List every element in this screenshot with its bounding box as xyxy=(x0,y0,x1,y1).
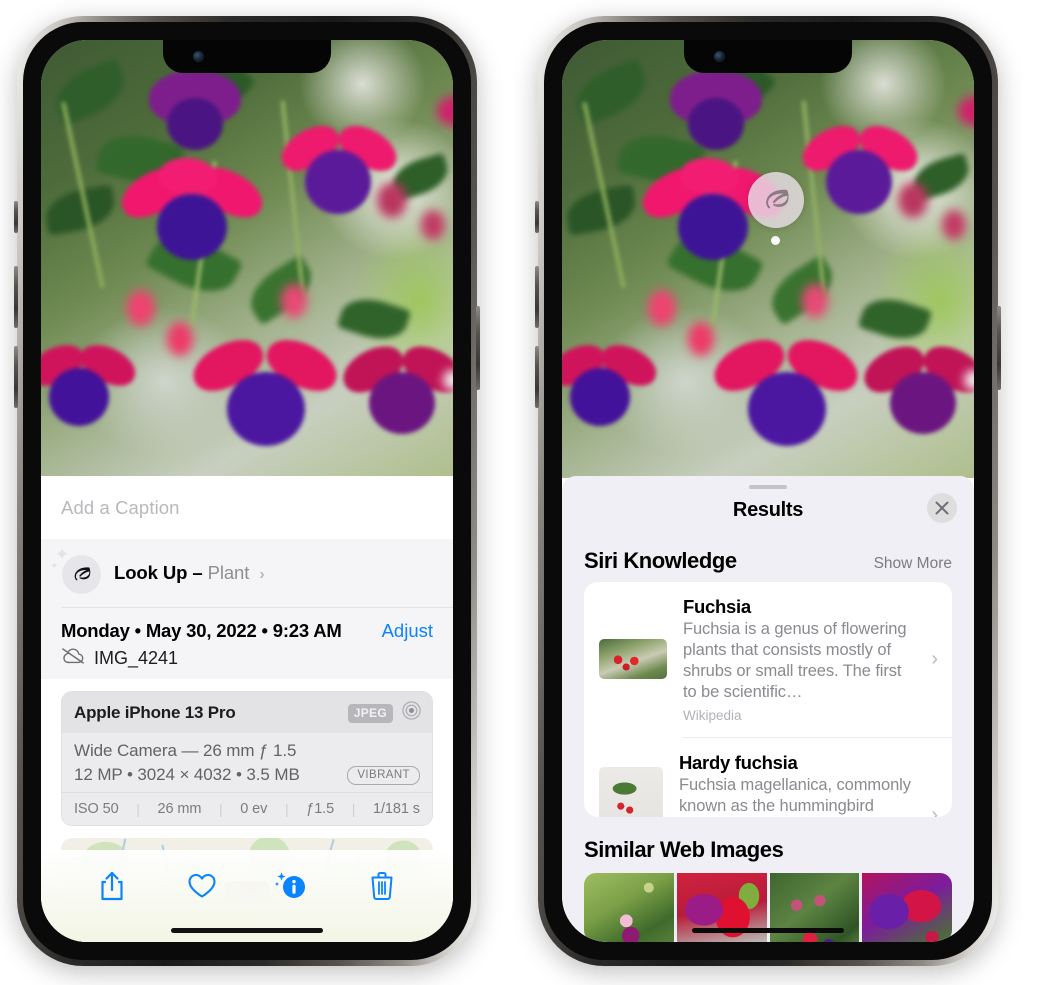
hdr-ring-icon xyxy=(402,701,421,725)
side-power-button[interactable] xyxy=(476,306,480,390)
hardy-fuchsia-thumbnail xyxy=(599,766,663,817)
exif-stat-shutter: 1/181 s xyxy=(373,801,420,817)
photo-metadata-block: Monday • May 30, 2022 • 9:23 AM Adjust I… xyxy=(41,608,453,679)
chevron-right-icon: › xyxy=(931,804,938,817)
front-camera-icon xyxy=(193,51,204,62)
home-indicator[interactable] xyxy=(692,928,844,933)
format-badge: JPEG xyxy=(347,703,393,723)
delete-button[interactable] xyxy=(362,866,402,906)
knowledge-title: Hardy fuchsia xyxy=(679,752,798,774)
exif-header: Apple iPhone 13 Pro JPEG xyxy=(62,692,432,733)
siri-knowledge-header: Siri Knowledge Show More xyxy=(562,528,974,582)
close-button[interactable] xyxy=(927,492,957,523)
visual-look-up-anchor-dot xyxy=(771,236,780,245)
results-title: Results xyxy=(732,498,804,521)
siri-knowledge-title: Siri Knowledge xyxy=(584,547,737,573)
right-phone-notch xyxy=(684,40,852,73)
left-phone-screen: Add a Caption ✦ ✦ Look Up – Plant › Mond… xyxy=(41,40,453,942)
chevron-right-icon: › xyxy=(259,566,265,583)
look-up-subject: Plant xyxy=(207,562,250,583)
photographic-style-badge: VIBRANT xyxy=(347,765,420,785)
photo-viewer-left[interactable] xyxy=(41,40,453,478)
similar-web-images-header: Similar Web Images xyxy=(562,817,974,865)
web-image-1[interactable] xyxy=(584,872,674,942)
info-button[interactable] xyxy=(272,866,312,906)
camera-device-name: Apple iPhone 13 Pro xyxy=(74,703,236,722)
left-phone-bezel: Add a Caption ✦ ✦ Look Up – Plant › Mond… xyxy=(23,22,471,960)
share-button[interactable] xyxy=(92,866,132,906)
file-name: IMG_4241 xyxy=(94,647,179,668)
resolution-info: 12 MP • 3024 × 4032 • 3.5 MB xyxy=(74,765,300,784)
visual-look-up-badge[interactable] xyxy=(748,172,804,228)
right-phone-bezel: Results Siri Knowledge Show More Fuchsia… xyxy=(544,22,992,960)
right-phone-screen: Results Siri Knowledge Show More Fuchsia… xyxy=(562,40,974,942)
lookup-block: ✦ ✦ Look Up – Plant › Monday • May 30, 2… xyxy=(41,539,453,679)
results-header: Results xyxy=(562,489,974,528)
photo-info-sheet: Add a Caption ✦ ✦ Look Up – Plant › Mond… xyxy=(41,476,453,942)
leaf-icon xyxy=(62,555,101,594)
close-icon xyxy=(935,501,949,515)
exif-stats-row: ISO 50 | 26 mm | 0 ev | ƒ1.5 | 1/181 s xyxy=(62,792,432,825)
home-indicator[interactable] xyxy=(171,928,323,933)
volume-down-button[interactable] xyxy=(14,346,18,408)
adjust-button[interactable]: Adjust xyxy=(382,620,433,642)
fuchsia-thumbnail xyxy=(599,639,667,680)
knowledge-description: Fuchsia magellanica, commonly known as t… xyxy=(679,776,911,816)
exif-card[interactable]: Apple iPhone 13 Pro JPEG Wide Camera — 2… xyxy=(61,691,433,826)
look-up-label-group: Look Up – Plant › xyxy=(114,562,265,584)
knowledge-row[interactable]: Fuchsia Fuchsia is a genus of flowering … xyxy=(584,582,952,737)
left-phone-notch xyxy=(163,40,331,73)
web-image-4[interactable] xyxy=(862,872,952,942)
silence-switch[interactable] xyxy=(535,201,539,233)
caption-input[interactable]: Add a Caption xyxy=(41,476,453,539)
look-up-label: Look Up xyxy=(114,562,188,583)
front-camera-icon xyxy=(714,51,725,62)
capture-date: Monday • May 30, 2022 • 9:23 AM xyxy=(61,620,342,641)
photo-viewer-right[interactable] xyxy=(562,40,974,478)
exif-body: Wide Camera — 26 mm ƒ 1.5 12 MP • 3024 ×… xyxy=(62,733,432,792)
volume-down-button[interactable] xyxy=(535,346,539,408)
sparkle-small-icon: ✦ xyxy=(50,561,59,572)
favorite-button[interactable] xyxy=(182,866,222,906)
chevron-right-icon: › xyxy=(931,647,938,670)
exif-stat-ev: 0 ev xyxy=(240,801,268,817)
cloud-slash-icon xyxy=(61,647,85,669)
exif-separator: | xyxy=(351,801,356,817)
screenshot-stage: Add a Caption ✦ ✦ Look Up – Plant › Mond… xyxy=(0,0,1055,985)
exif-separator: | xyxy=(284,801,289,817)
right-iphone-device: Results Siri Knowledge Show More Fuchsia… xyxy=(535,16,1001,966)
knowledge-title: Fuchsia xyxy=(683,595,751,617)
exif-separator: | xyxy=(218,801,223,817)
exif-stat-aperture: ƒ1.5 xyxy=(306,801,335,817)
volume-up-button[interactable] xyxy=(14,266,18,328)
look-up-icon-group: ✦ ✦ xyxy=(50,546,101,594)
similar-web-images-title: Similar Web Images xyxy=(584,836,784,862)
left-iphone-device: Add a Caption ✦ ✦ Look Up – Plant › Mond… xyxy=(14,16,480,966)
exif-stat-iso: ISO 50 xyxy=(74,801,119,817)
siri-knowledge-card: Fuchsia Fuchsia is a genus of flowering … xyxy=(584,581,952,817)
silence-switch[interactable] xyxy=(14,201,18,233)
knowledge-description: Fuchsia is a genus of flowering plants t… xyxy=(683,619,907,702)
volume-up-button[interactable] xyxy=(535,266,539,328)
look-up-dash: – xyxy=(192,562,203,583)
exif-separator: | xyxy=(136,801,140,817)
exif-stat-focal: 26 mm xyxy=(157,801,202,817)
knowledge-row[interactable]: Hardy fuchsia Fuchsia magellanica, commo… xyxy=(584,738,952,817)
side-power-button[interactable] xyxy=(997,306,1001,390)
show-more-button[interactable]: Show More xyxy=(874,555,952,573)
results-sheet: Results Siri Knowledge Show More Fuchsia… xyxy=(562,476,974,942)
lens-info: Wide Camera — 26 mm ƒ 1.5 xyxy=(74,741,297,760)
knowledge-source: Wikipedia xyxy=(683,708,742,724)
look-up-row[interactable]: ✦ ✦ Look Up – Plant › xyxy=(41,539,453,607)
leaf-icon xyxy=(766,189,789,209)
